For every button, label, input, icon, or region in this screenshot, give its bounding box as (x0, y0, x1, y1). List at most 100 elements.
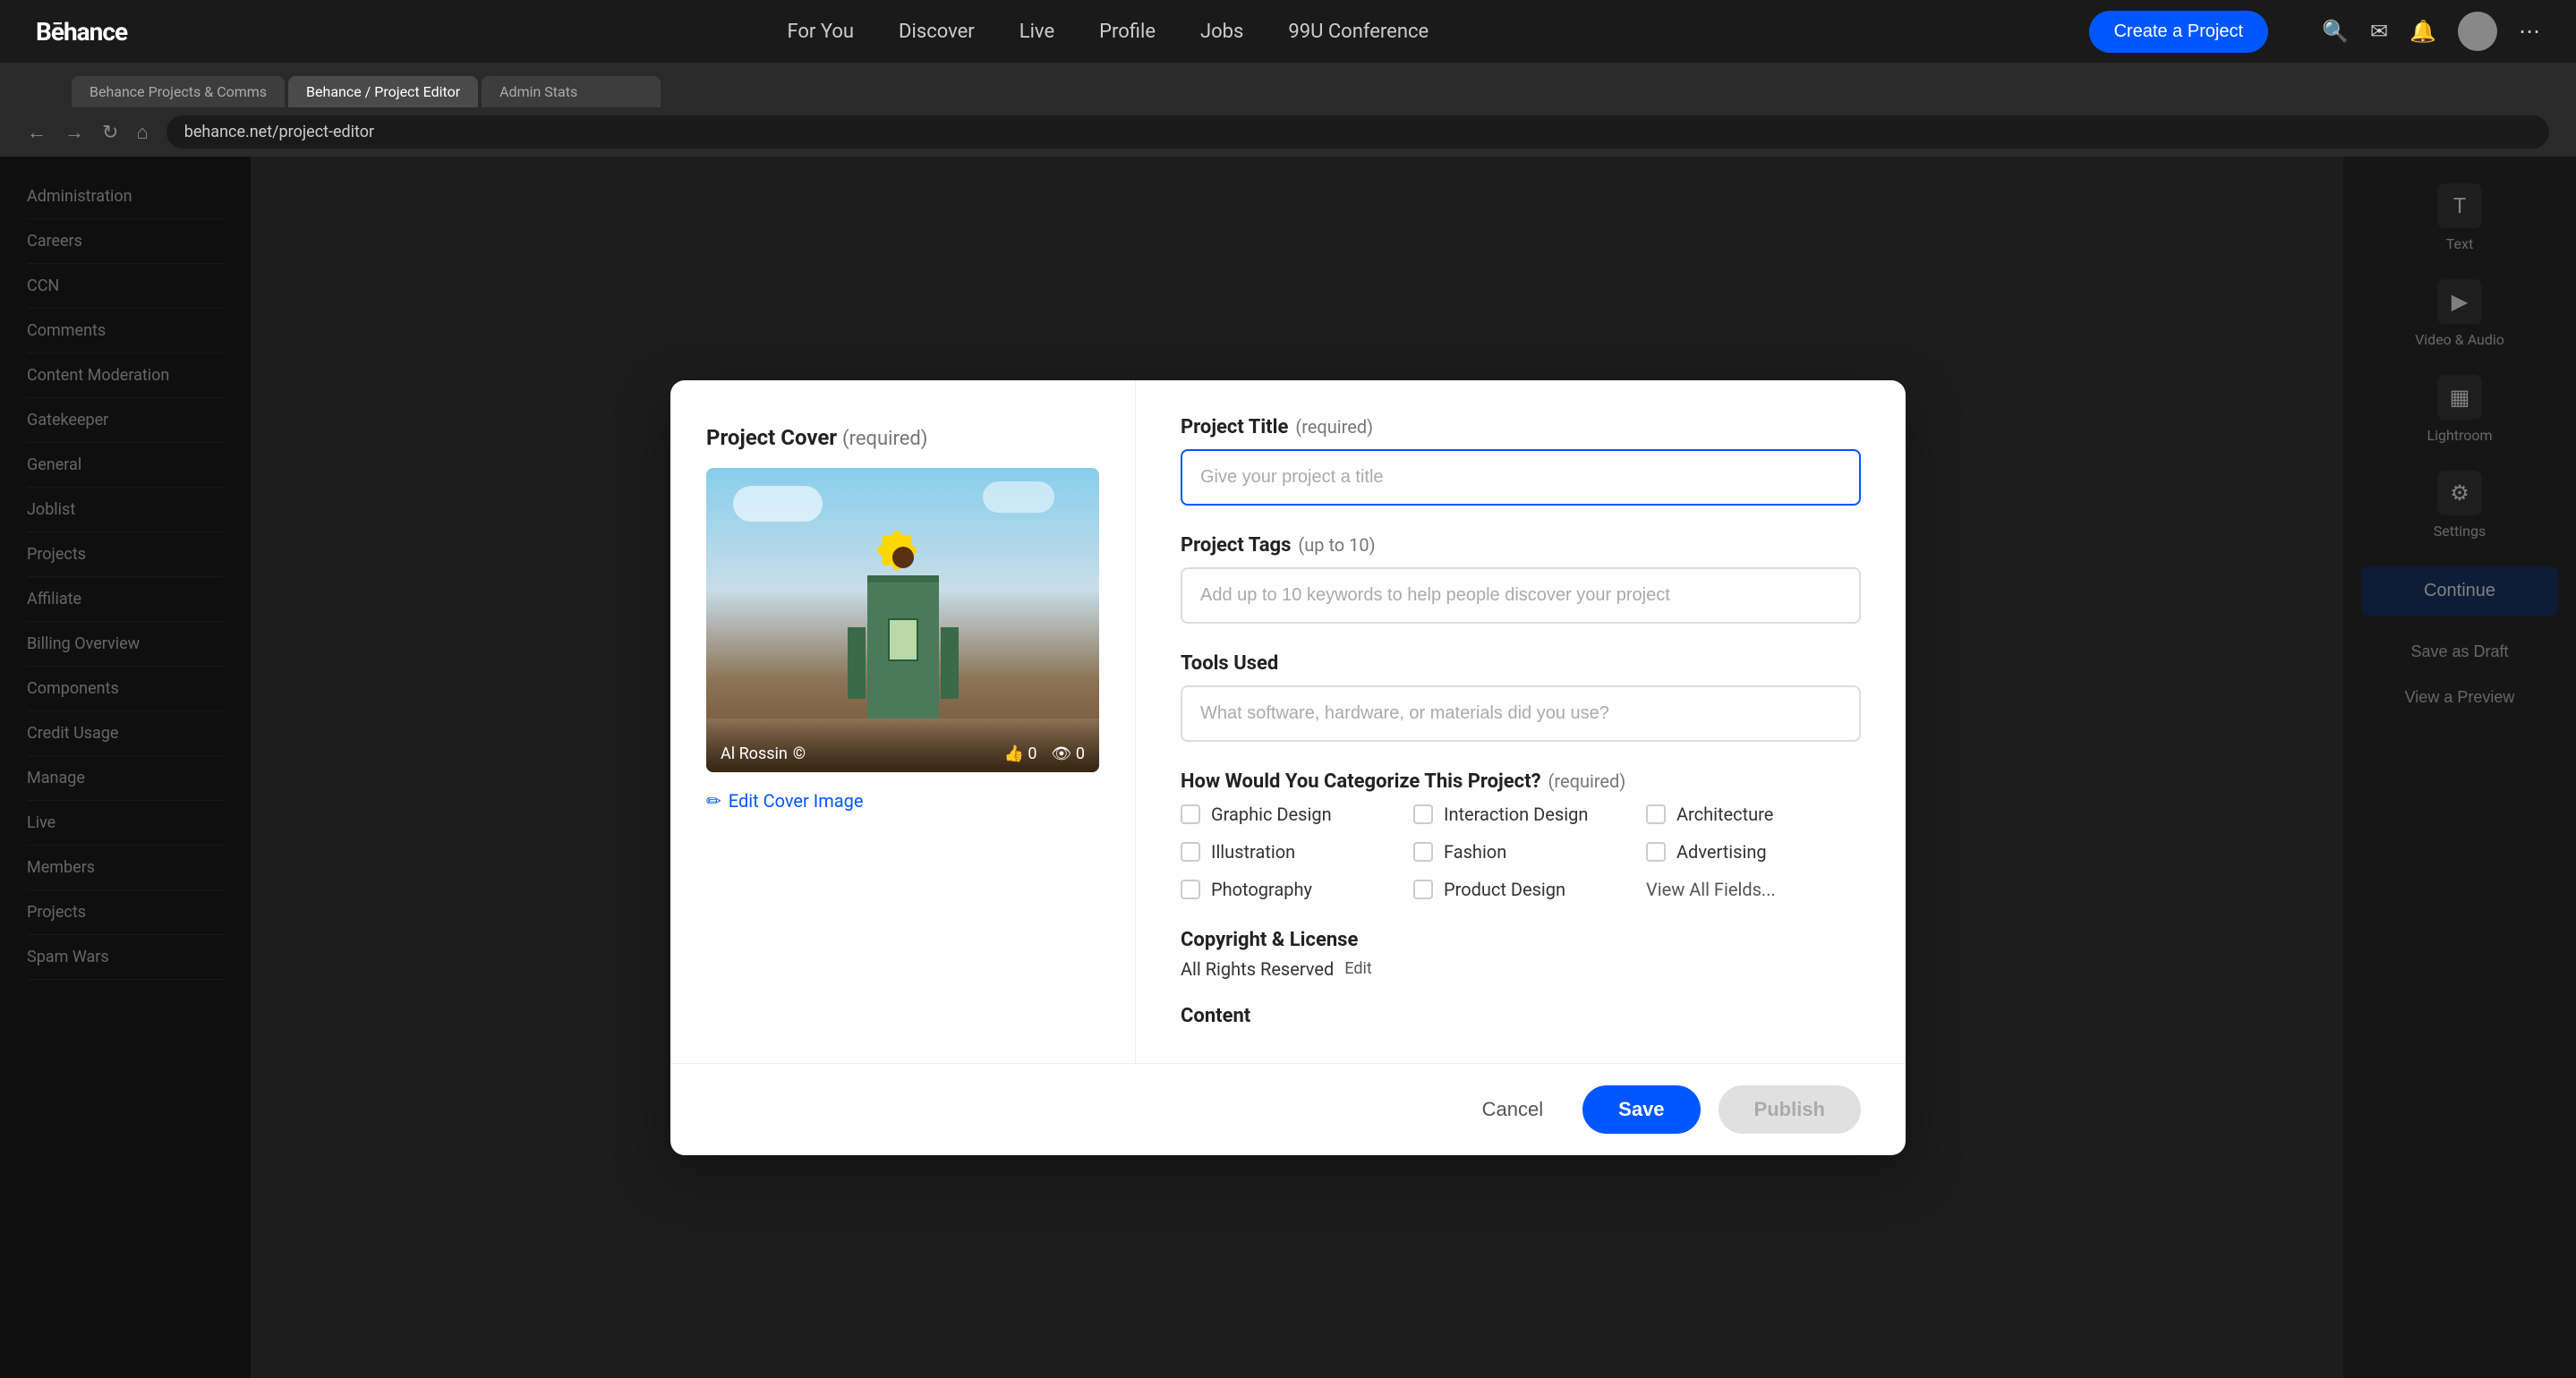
copyright-edit-link[interactable]: Edit (1344, 959, 1371, 978)
image-overlay: Al Rossin © 👍 0 👁 0 (706, 719, 1099, 772)
checkbox-graphic-design[interactable] (1181, 804, 1200, 824)
copyright-section: Copyright & License All Rights Reserved … (1181, 929, 1861, 980)
project-tags-label: Project Tags (up to 10) (1181, 534, 1861, 557)
publish-button[interactable]: Publish (1719, 1085, 1861, 1134)
create-project-button[interactable]: Create a Project (2089, 11, 2269, 53)
tools-used-label: Tools Used (1181, 652, 1861, 675)
modal-form-panel: Project Title (required) Project Tags (u… (1136, 380, 1906, 1063)
top-navigation: Bēhance For You Discover Live Profile Jo… (0, 0, 2576, 63)
edit-cover-link[interactable]: ✏ Edit Cover Image (706, 790, 1099, 812)
likes-stat: 👍 0 (1004, 744, 1037, 763)
edit-cover-text: Edit Cover Image (729, 790, 864, 812)
project-title-input[interactable] (1181, 449, 1861, 506)
checkbox-interaction-design[interactable] (1413, 804, 1433, 824)
author-name: Al Rossin (721, 744, 788, 763)
nav-live[interactable]: Live (1019, 21, 1054, 43)
user-avatar[interactable] (2458, 12, 2497, 51)
category-fashion[interactable]: Fashion (1413, 841, 1628, 863)
checkbox-architecture[interactable] (1646, 804, 1666, 824)
checkbox-advertising[interactable] (1646, 842, 1666, 862)
category-advertising[interactable]: Advertising (1646, 841, 1861, 863)
nav-foryou[interactable]: For You (787, 21, 854, 43)
browser-home-button[interactable]: ⌂ (136, 121, 148, 144)
tags-label-text: Project Tags (1181, 534, 1291, 557)
image-author-text: Al Rossin © (721, 744, 806, 763)
browser-back-button[interactable]: ← (27, 121, 47, 144)
messages-icon[interactable]: ✉ (2370, 19, 2388, 44)
browser-tab-1[interactable]: Behance Projects & Comms (72, 76, 285, 107)
category-interaction-design[interactable]: Interaction Design (1413, 804, 1628, 825)
title-required-text: (required) (1295, 416, 1373, 438)
categorize-label: How Would You Categorize This Project? (… (1181, 770, 1861, 793)
category-illustration-label: Illustration (1211, 841, 1295, 863)
copyright-value: All Rights Reserved Edit (1181, 958, 1861, 980)
categorize-required-text: (required) (1548, 770, 1626, 792)
content-section: Content (1181, 1005, 1861, 1027)
checkbox-fashion[interactable] (1413, 842, 1433, 862)
cloud-art (733, 486, 823, 522)
view-all-fields-link[interactable]: View All Fields... (1646, 879, 1776, 900)
category-interaction-design-label: Interaction Design (1444, 804, 1588, 825)
modal-body: Project Cover (required) (670, 380, 1906, 1063)
cover-required-text: (required) (842, 428, 927, 450)
tools-used-input[interactable] (1181, 685, 1861, 742)
nav-profile[interactable]: Profile (1099, 21, 1156, 43)
category-graphic-design-label: Graphic Design (1211, 804, 1332, 825)
modal-overlay: Project Cover (required) (0, 157, 2576, 1378)
category-illustration[interactable]: Illustration (1181, 841, 1395, 863)
checkbox-illustration[interactable] (1181, 842, 1200, 862)
project-tags-input[interactable] (1181, 567, 1861, 624)
categorize-label-text: How Would You Categorize This Project? (1181, 770, 1541, 793)
nav-links: For You Discover Live Profile Jobs 99U C… (181, 21, 2035, 43)
category-photography[interactable]: Photography (1181, 879, 1395, 900)
project-tags-group: Project Tags (up to 10) (1181, 534, 1861, 624)
title-label-text: Project Title (1181, 416, 1288, 438)
behance-logo: Bēhance (36, 17, 127, 47)
save-button[interactable]: Save (1582, 1085, 1700, 1134)
cover-label-text: Project Cover (706, 425, 837, 450)
image-stats: 👍 0 👁 0 (1004, 744, 1085, 763)
notifications-icon[interactable]: 🔔 (2410, 19, 2436, 44)
browser-tab-3[interactable]: Admin Stats (482, 76, 661, 107)
browser-tabs: Behance Projects & Comms Behance / Proje… (0, 63, 2576, 107)
sunflower-art (876, 531, 930, 584)
modal-cover-panel: Project Cover (required) (670, 380, 1136, 1063)
category-product-design[interactable]: Product Design (1413, 879, 1628, 900)
tools-used-group: Tools Used (1181, 652, 1861, 742)
nav-99u[interactable]: 99U Conference (1288, 21, 1429, 43)
project-title-label: Project Title (required) (1181, 416, 1861, 438)
browser-forward-button[interactable]: → (64, 121, 84, 144)
category-product-design-label: Product Design (1444, 879, 1565, 900)
project-title-group: Project Title (required) (1181, 416, 1861, 506)
categorize-group: How Would You Categorize This Project? (… (1181, 770, 1861, 900)
category-architecture-label: Architecture (1676, 804, 1773, 825)
nav-icons: 🔍 ✉ 🔔 ⋯ (2322, 12, 2540, 51)
category-graphic-design[interactable]: Graphic Design (1181, 804, 1395, 825)
category-architecture[interactable]: Architecture (1646, 804, 1861, 825)
category-photography-label: Photography (1211, 879, 1312, 900)
search-icon[interactable]: 🔍 (2322, 19, 2349, 44)
browser-refresh-button[interactable]: ↻ (102, 121, 118, 144)
browser-tab-2[interactable]: Behance / Project Editor (288, 76, 478, 107)
tags-sub-text: (up to 10) (1298, 534, 1375, 556)
copyright-title: Copyright & License (1181, 929, 1861, 951)
cloud-art-2 (983, 481, 1054, 513)
tools-label-text: Tools Used (1181, 652, 1278, 675)
checkbox-product-design[interactable] (1413, 880, 1433, 899)
views-stat: 👁 0 (1052, 744, 1085, 763)
author-verified-icon: © (793, 744, 806, 763)
cancel-button[interactable]: Cancel (1461, 1085, 1565, 1134)
content-title: Content (1181, 1005, 1861, 1027)
copyright-value-text: All Rights Reserved (1181, 958, 1334, 980)
category-advertising-label: Advertising (1676, 841, 1767, 863)
address-bar[interactable]: behance.net/project-editor (166, 115, 2549, 149)
pencil-icon: ✏ (706, 790, 721, 812)
view-all-fields[interactable]: View All Fields... (1646, 879, 1861, 900)
checkbox-photography[interactable] (1181, 880, 1200, 899)
cover-image-container: Al Rossin © 👍 0 👁 0 (706, 468, 1099, 772)
grid-icon[interactable]: ⋯ (2519, 19, 2540, 44)
nav-jobs[interactable]: Jobs (1200, 21, 1243, 43)
building-art (823, 575, 984, 736)
nav-discover[interactable]: Discover (899, 21, 975, 43)
category-fashion-label: Fashion (1444, 841, 1506, 863)
